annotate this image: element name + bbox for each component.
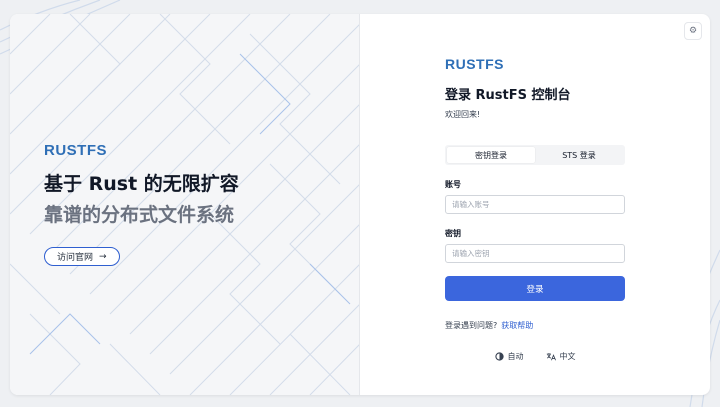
get-help-link[interactable]: 获取帮助 [501, 321, 533, 330]
hero-subline: 靠谱的分布式文件系统 [44, 204, 235, 226]
language-label: 中文 [559, 352, 576, 361]
login-form: RUSTFS 登录 RustFS 控制台 欢迎回来! 密钥登录 STS 登录 账… [445, 56, 625, 362]
login-panel: ⚙ RUSTFS 登录 RustFS 控制台 欢迎回来! 密钥登录 STS 登录… [360, 14, 710, 395]
account-label: 账号 [445, 180, 461, 189]
visit-website-label: 访问官网 [57, 253, 94, 263]
hero-headline: 基于 Rust 的无限扩容 [44, 173, 239, 195]
login-card: RUSTFS 基于 Rust 的无限扩容 靠谱的分布式文件系统 访问官网 → ⚙… [10, 14, 710, 395]
account-input[interactable]: 请输入账号 [445, 195, 625, 214]
hero-content: RUSTFS 基于 Rust 的无限扩容 靠谱的分布式文件系统 访问官网 → [44, 142, 239, 266]
welcome-text: 欢迎回来! [445, 110, 481, 119]
hero-panel: RUSTFS 基于 Rust 的无限扩容 靠谱的分布式文件系统 访问官网 → [10, 14, 360, 395]
theme-label: 自动 [507, 352, 524, 361]
login-tabs: 密钥登录 STS 登录 [445, 145, 625, 165]
arrow-right-icon: → [99, 251, 107, 262]
theme-toggle[interactable]: 自动 [494, 351, 524, 362]
tab-secret-key-login[interactable]: 密钥登录 [447, 147, 535, 163]
language-switch[interactable]: 中文 [546, 351, 576, 362]
secret-input[interactable]: 请输入密钥 [445, 244, 625, 263]
help-text: 登录遇到问题? [445, 321, 498, 330]
login-title: 登录 RustFS 控制台 [445, 88, 571, 103]
help-row: 登录遇到问题? 获取帮助 [445, 320, 625, 331]
preferences-row: 自动 中文 [445, 351, 625, 362]
form-logo: RUSTFS [445, 56, 504, 72]
tab-sts-login[interactable]: STS 登录 [535, 147, 623, 163]
contrast-icon [494, 352, 504, 361]
translate-icon [546, 353, 556, 361]
hero-logo: RUSTFS [44, 142, 107, 159]
gear-icon: ⚙ [688, 26, 698, 36]
login-button[interactable]: 登录 [445, 276, 625, 301]
settings-button[interactable]: ⚙ [684, 22, 702, 40]
visit-website-button[interactable]: 访问官网 → [44, 247, 120, 266]
secret-label: 密钥 [445, 229, 461, 238]
